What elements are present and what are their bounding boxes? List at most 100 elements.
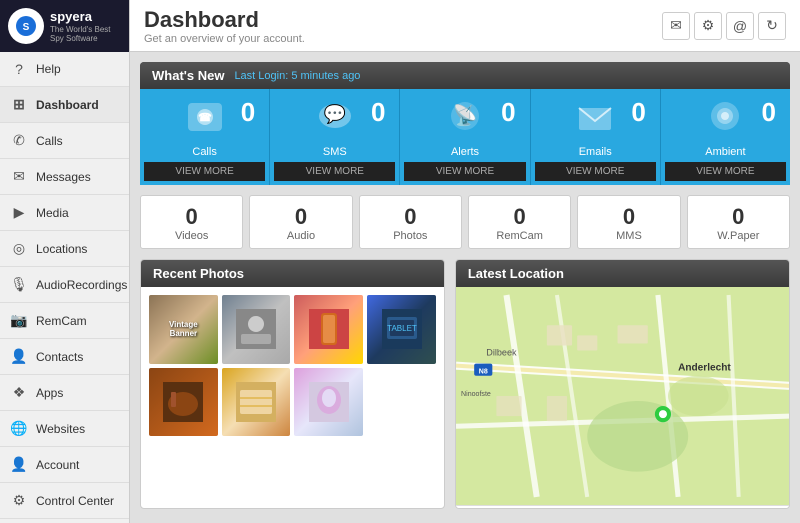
sidebar-label-contacts: Contacts [36, 350, 83, 364]
svg-text:Anderlecht: Anderlecht [678, 363, 731, 374]
app-tagline: The World's Best Spy Software [50, 25, 121, 43]
emails-view-more[interactable]: VIEW MORE [535, 162, 656, 181]
dashboard-icon: ⊞ [10, 96, 28, 113]
photo-2[interactable] [222, 295, 291, 364]
account-icon: 👤 [10, 456, 28, 473]
sec-stat-mms: 0 MMS [577, 195, 680, 249]
sidebar-item-control-center[interactable]: ⚙ Control Center [0, 483, 129, 519]
messages-icon: ✉ [10, 168, 28, 185]
report-link[interactable]: Report a map error [705, 508, 781, 509]
videos-label: Videos [145, 230, 238, 242]
map-container: Dilbeek Anderlecht Ninoofste N8 [456, 287, 789, 505]
svg-text:N8: N8 [479, 369, 488, 376]
settings-button[interactable]: ⚙ [694, 12, 722, 40]
svg-text:📡: 📡 [453, 102, 478, 127]
latest-location-header: Latest Location [456, 260, 789, 287]
sidebar-item-messages[interactable]: ✉ Messages [0, 159, 129, 195]
header-text: Dashboard Get an overview of your accoun… [144, 7, 305, 45]
locations-icon: ◎ [10, 240, 28, 257]
media-icon: ▶ [10, 204, 28, 221]
logo: S spyera The World's Best Spy Software [0, 0, 129, 52]
sidebar: S spyera The World's Best Spy Software ?… [0, 0, 130, 523]
sms-label: SMS [323, 146, 347, 158]
dashboard-content: What's New Last Login: 5 minutes ago ☎ 0… [130, 52, 800, 523]
photo-6[interactable] [222, 368, 291, 437]
photos-grid: VintageBanner TABLET [141, 287, 444, 444]
sidebar-item-alerts[interactable]: 🔔 Alerts [0, 519, 129, 523]
sidebar-item-audiorecordings[interactable]: 🎙 AudioRecordings [0, 267, 129, 303]
photo-3[interactable] [294, 295, 363, 364]
sidebar-item-dashboard[interactable]: ⊞ Dashboard [0, 87, 129, 123]
websites-icon: 🌐 [10, 420, 28, 437]
page-title: Dashboard [144, 7, 305, 33]
stat-sms: 💬 0 SMS VIEW MORE [270, 89, 400, 185]
sidebar-item-help[interactable]: ? Help [0, 52, 129, 87]
audio-icon: 🎙 [10, 276, 28, 293]
calls-count: 0 [241, 97, 255, 128]
sidebar-label-locations: Locations [36, 242, 87, 256]
spyera-logo-icon: S [14, 14, 38, 38]
ambient-label: Ambient [705, 146, 745, 158]
logo-text-block: spyera The World's Best Spy Software [50, 9, 121, 43]
last-login-text: Last Login: 5 minutes ago [234, 70, 360, 82]
sidebar-item-calls[interactable]: ✆ Calls [0, 123, 129, 159]
logo-circle: S [8, 8, 44, 44]
photos-count: 0 [364, 204, 457, 230]
sec-stat-photos: 0 Photos [359, 195, 462, 249]
sidebar-item-locations[interactable]: ◎ Locations [0, 231, 129, 267]
remcam-count: 0 [473, 204, 566, 230]
page-subtitle: Get an overview of your account. [144, 33, 305, 45]
main-content: Dashboard Get an overview of your accoun… [130, 0, 800, 523]
photo-1[interactable]: VintageBanner [149, 295, 218, 364]
svg-text:☎: ☎ [198, 112, 212, 124]
app-name: spyera [50, 9, 121, 25]
at-button[interactable]: @ [726, 12, 754, 40]
svg-text:TABLET: TABLET [387, 324, 417, 333]
ambient-count: 0 [762, 97, 776, 128]
terms-link[interactable]: Terms of Use [644, 508, 697, 509]
sidebar-item-account[interactable]: 👤 Account [0, 447, 129, 483]
secondary-stats-row: 0 Videos 0 Audio 0 Photos 0 RemCam 0 MMS… [140, 195, 790, 249]
wpaper-count: 0 [692, 204, 785, 230]
whats-new-title: What's New [152, 68, 224, 83]
sms-stat-icon: 💬 [314, 99, 356, 144]
audio-label: Audio [254, 230, 347, 242]
sidebar-item-media[interactable]: ▶ Media [0, 195, 129, 231]
calls-view-more[interactable]: VIEW MORE [144, 162, 265, 181]
sidebar-item-websites[interactable]: 🌐 Websites [0, 411, 129, 447]
sidebar-label-audiorecordings: AudioRecordings [36, 278, 127, 292]
alerts-count: 0 [501, 97, 515, 128]
google-logo: Google [464, 508, 498, 509]
sidebar-label-dashboard: Dashboard [36, 98, 99, 112]
photo-7[interactable] [294, 368, 363, 437]
recent-photos-header: Recent Photos [141, 260, 444, 287]
stat-alerts: 📡 0 Alerts VIEW MORE [400, 89, 530, 185]
remcam-icon: 📷 [10, 312, 28, 329]
ambient-view-more[interactable]: VIEW MORE [665, 162, 786, 181]
sidebar-item-remcam[interactable]: 📷 RemCam [0, 303, 129, 339]
mms-count: 0 [582, 204, 675, 230]
photo-5[interactable] [149, 368, 218, 437]
sidebar-item-apps[interactable]: ❖ Apps [0, 375, 129, 411]
stats-row: ☎ 0 Calls VIEW MORE 💬 0 SMS VIEW MORE [140, 89, 790, 185]
audio-count: 0 [254, 204, 347, 230]
calls-icon: ✆ [10, 132, 28, 149]
envelope-button[interactable]: ✉ [662, 12, 690, 40]
bottom-row: Recent Photos VintageBanner TABLET [140, 259, 790, 509]
sec-stat-videos: 0 Videos [140, 195, 243, 249]
sms-count: 0 [371, 97, 385, 128]
sms-view-more[interactable]: VIEW MORE [274, 162, 395, 181]
sidebar-label-remcam: RemCam [36, 314, 87, 328]
photo-4[interactable]: TABLET [367, 295, 436, 364]
refresh-button[interactable]: ↻ [758, 12, 786, 40]
stat-emails: 0 Emails VIEW MORE [531, 89, 661, 185]
sidebar-label-websites: Websites [36, 422, 85, 436]
sidebar-item-contacts[interactable]: 👤 Contacts [0, 339, 129, 375]
map-footer: Google Map data ©2014 Google · Terms of … [456, 505, 789, 509]
sidebar-label-control-center: Control Center [36, 494, 114, 508]
sec-stat-wpaper: 0 W.Paper [687, 195, 790, 249]
sec-stat-audio: 0 Audio [249, 195, 352, 249]
header-toolbar: ✉ ⚙ @ ↻ [662, 12, 786, 40]
alerts-view-more[interactable]: VIEW MORE [404, 162, 525, 181]
stat-calls: ☎ 0 Calls VIEW MORE [140, 89, 270, 185]
